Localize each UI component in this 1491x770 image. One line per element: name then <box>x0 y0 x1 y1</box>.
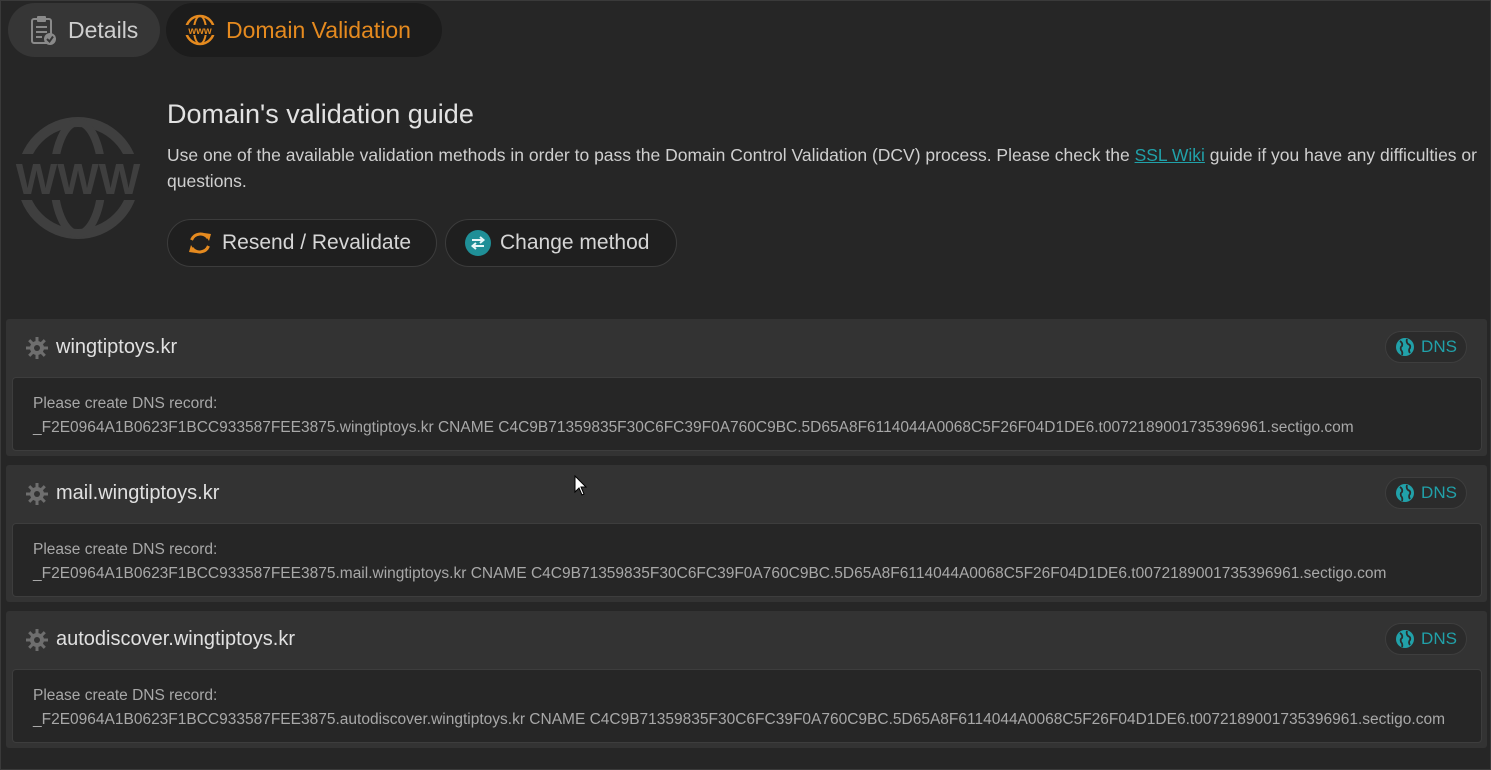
gear-icon <box>26 337 48 359</box>
svg-text:www: www <box>187 26 212 37</box>
dns-badge-label: DNS <box>1421 337 1457 356</box>
tab-details[interactable]: Details <box>8 3 160 57</box>
domain-card-header: autodiscover.wingtiptoys.kr DNS <box>6 611 1487 669</box>
dns-instruction: Please create DNS record: <box>33 687 218 704</box>
dns-record-box: Please create DNS record: _F2E0964A1B062… <box>12 377 1482 451</box>
change-method-label: Change method <box>500 231 650 254</box>
dns-record-box: Please create DNS record: _F2E0964A1B062… <box>12 669 1482 743</box>
refresh-icon <box>189 232 211 254</box>
tab-domain-validation[interactable]: www Domain Validation <box>166 3 442 57</box>
dns-badge-label: DNS <box>1421 483 1457 502</box>
dns-record-value[interactable]: _F2E0964A1B0623F1BCC933587FEE3875.mail.w… <box>33 562 1461 586</box>
dns-instruction: Please create DNS record: <box>33 541 218 558</box>
dns-method-badge[interactable]: DNS <box>1385 331 1467 363</box>
domain-name: autodiscover.wingtiptoys.kr <box>56 628 296 650</box>
domain-card: mail.wingtiptoys.kr DNS Please create DN… <box>6 465 1487 602</box>
dns-record-value[interactable]: _F2E0964A1B0623F1BCC933587FEE3875.autodi… <box>33 708 1461 732</box>
mouse-cursor-icon <box>574 475 588 496</box>
dns-method-badge[interactable]: DNS <box>1385 623 1467 655</box>
tab-domain-validation-label: Domain Validation <box>226 16 411 43</box>
guide-text-before: Use one of the available validation meth… <box>167 145 1135 165</box>
guide-description: Use one of the available validation meth… <box>167 142 1487 194</box>
tab-bar: Details www Domain Validation <box>8 3 442 57</box>
guide-title: Domain's validation guide <box>167 99 474 129</box>
change-method-button[interactable]: Change method <box>445 219 677 267</box>
clipboard-check-icon <box>31 16 56 45</box>
domain-card: autodiscover.wingtiptoys.kr DNS Please c… <box>6 611 1487 748</box>
ssl-wiki-link[interactable]: SSL Wiki <box>1135 145 1205 165</box>
domain-name: wingtiptoys.kr <box>56 336 178 358</box>
dns-record-value[interactable]: _F2E0964A1B0623F1BCC933587FEE3875.wingti… <box>33 416 1461 440</box>
dns-method-badge[interactable]: DNS <box>1385 477 1467 509</box>
resend-revalidate-label: Resend / Revalidate <box>222 231 412 254</box>
www-globe-icon: www <box>184 14 216 46</box>
swap-arrows-icon <box>465 230 491 256</box>
globe-icon <box>1396 338 1415 356</box>
domain-name: mail.wingtiptoys.kr <box>56 482 220 504</box>
gear-icon <box>26 629 48 651</box>
resend-revalidate-button[interactable]: Resend / Revalidate <box>167 219 437 267</box>
globe-icon <box>1396 484 1415 502</box>
dns-badge-label: DNS <box>1421 629 1457 648</box>
www-globe-icon: WWW <box>12 117 144 239</box>
dns-instruction: Please create DNS record: <box>33 395 218 412</box>
globe-icon <box>1396 630 1415 648</box>
domain-card: wingtiptoys.kr DNS Please create DNS rec… <box>6 319 1487 456</box>
domain-card-header: wingtiptoys.kr DNS <box>6 319 1487 377</box>
gear-icon <box>26 483 48 505</box>
domain-card-header: mail.wingtiptoys.kr DNS <box>6 465 1487 523</box>
tab-details-label: Details <box>68 16 139 43</box>
svg-text:WWW: WWW <box>16 155 141 204</box>
dns-record-box: Please create DNS record: _F2E0964A1B062… <box>12 523 1482 597</box>
